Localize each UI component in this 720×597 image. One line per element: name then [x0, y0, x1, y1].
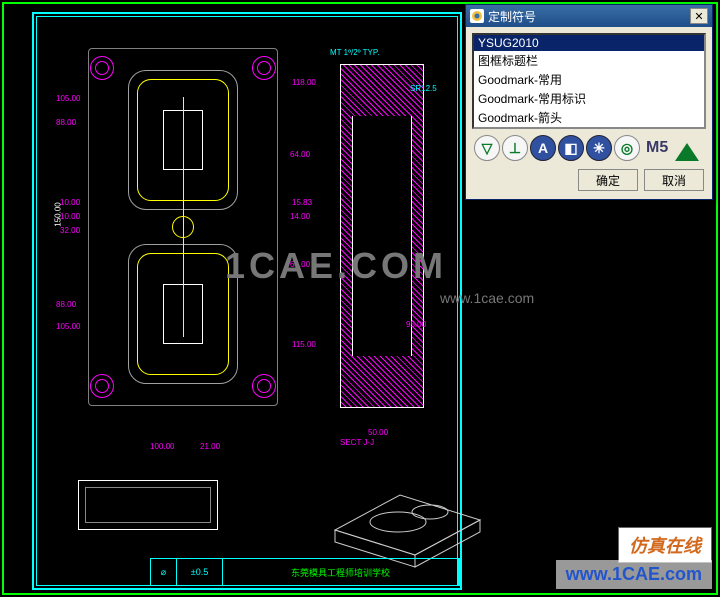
list-item[interactable]: YSUG2010 [474, 35, 704, 51]
brand-url: www.1CAE.com [556, 560, 712, 589]
dialog-app-icon [470, 9, 484, 23]
dimension-label: 64.00 [290, 150, 310, 159]
list-item[interactable]: Goodmark-常用标识 [474, 89, 704, 108]
dimension-label: 95.00 [406, 320, 426, 329]
title-block: ⌀ ±0.5 东莞模具工程师培训学校 [150, 558, 460, 586]
dimension-label: 32.00 [60, 226, 80, 235]
datum-symbol-icon[interactable]: ▽ [474, 135, 500, 161]
warning-triangle-icon[interactable] [674, 135, 700, 161]
surface-finish-icon[interactable]: ◧ [558, 135, 584, 161]
dimension-label: SR12.5 [410, 84, 437, 93]
dimension-label: 88.00 [56, 118, 76, 127]
section-label: SECT J-J [340, 438, 374, 447]
bolt-hole-icon [90, 56, 114, 80]
dialog-body: YSUG2010 图框标题栏 Goodmark-常用 Goodmark-常用标识… [466, 27, 712, 199]
dimension-label: 10.00 [60, 198, 80, 207]
title-block-cell: ⌀ [151, 559, 177, 585]
dialog-titlebar[interactable]: 定制符号 ✕ [466, 5, 712, 27]
close-icon: ✕ [694, 10, 703, 23]
symbol-set-listbox[interactable]: YSUG2010 图框标题栏 Goodmark-常用 Goodmark-常用标识… [472, 33, 706, 129]
aux-view-inner [85, 487, 211, 523]
dimension-label: 50.00 [368, 428, 388, 437]
isometric-view [320, 460, 490, 570]
section-cut [352, 116, 412, 356]
dimension-label: 21.00 [200, 442, 220, 451]
dimension-label: 105.00 [56, 94, 80, 103]
dimension-label: 118.00 [292, 78, 316, 87]
concentric-symbol-icon[interactable]: ⊥ [502, 135, 528, 161]
bolt-hole-icon [252, 56, 276, 80]
bolt-hole-icon [90, 374, 114, 398]
custom-symbol-dialog[interactable]: 定制符号 ✕ YSUG2010 图框标题栏 Goodmark-常用 Goodma… [465, 4, 713, 200]
feature-frame-icon[interactable]: A [530, 135, 556, 161]
list-item[interactable]: Goodmark-箭头 [474, 108, 704, 127]
dimension-label: 150.00 [54, 202, 63, 226]
dimension-label: 14.00 [290, 212, 310, 221]
brand-badge: 仿真在线 [618, 527, 712, 563]
projection-symbol-icon[interactable]: ◎ [614, 135, 640, 161]
list-item[interactable]: Goodmark-常用 [474, 70, 704, 89]
target-symbol-icon[interactable]: ✳ [586, 135, 612, 161]
dimension-label: 100.00 [150, 442, 174, 451]
list-item[interactable]: 图框标题栏 [474, 51, 704, 70]
dimension-label: 88.00 [56, 300, 76, 309]
dialog-title: 定制符号 [488, 8, 690, 25]
bolt-hole-icon [252, 374, 276, 398]
title-block-cell: ±0.5 [177, 559, 223, 585]
sprue-runner-icon [172, 216, 194, 238]
note-label: MT 1º/2º TYP. [330, 48, 379, 57]
symbol-palette: ▽ ⊥ A ◧ ✳ ◎ M5 [472, 129, 706, 163]
dimension-label: 115.00 [292, 340, 316, 349]
dimension-label: 105.00 [56, 322, 80, 331]
section-view [332, 56, 432, 416]
dimension-label: 15.83 [292, 198, 312, 207]
dialog-button-row: 确定 取消 [472, 163, 706, 193]
isometric-wireframe-icon [320, 460, 490, 570]
dimension-label: 10.00 [60, 212, 80, 221]
cancel-button[interactable]: 取消 [644, 169, 704, 191]
dimension-label: 64.00 [290, 260, 310, 269]
aux-view [78, 480, 218, 530]
title-block-school: 东莞模具工程师培训学校 [223, 559, 459, 585]
close-button[interactable]: ✕ [690, 8, 708, 24]
ok-button[interactable]: 确定 [578, 169, 638, 191]
plan-view [78, 38, 288, 416]
m5-text-symbol[interactable]: M5 [642, 135, 672, 161]
